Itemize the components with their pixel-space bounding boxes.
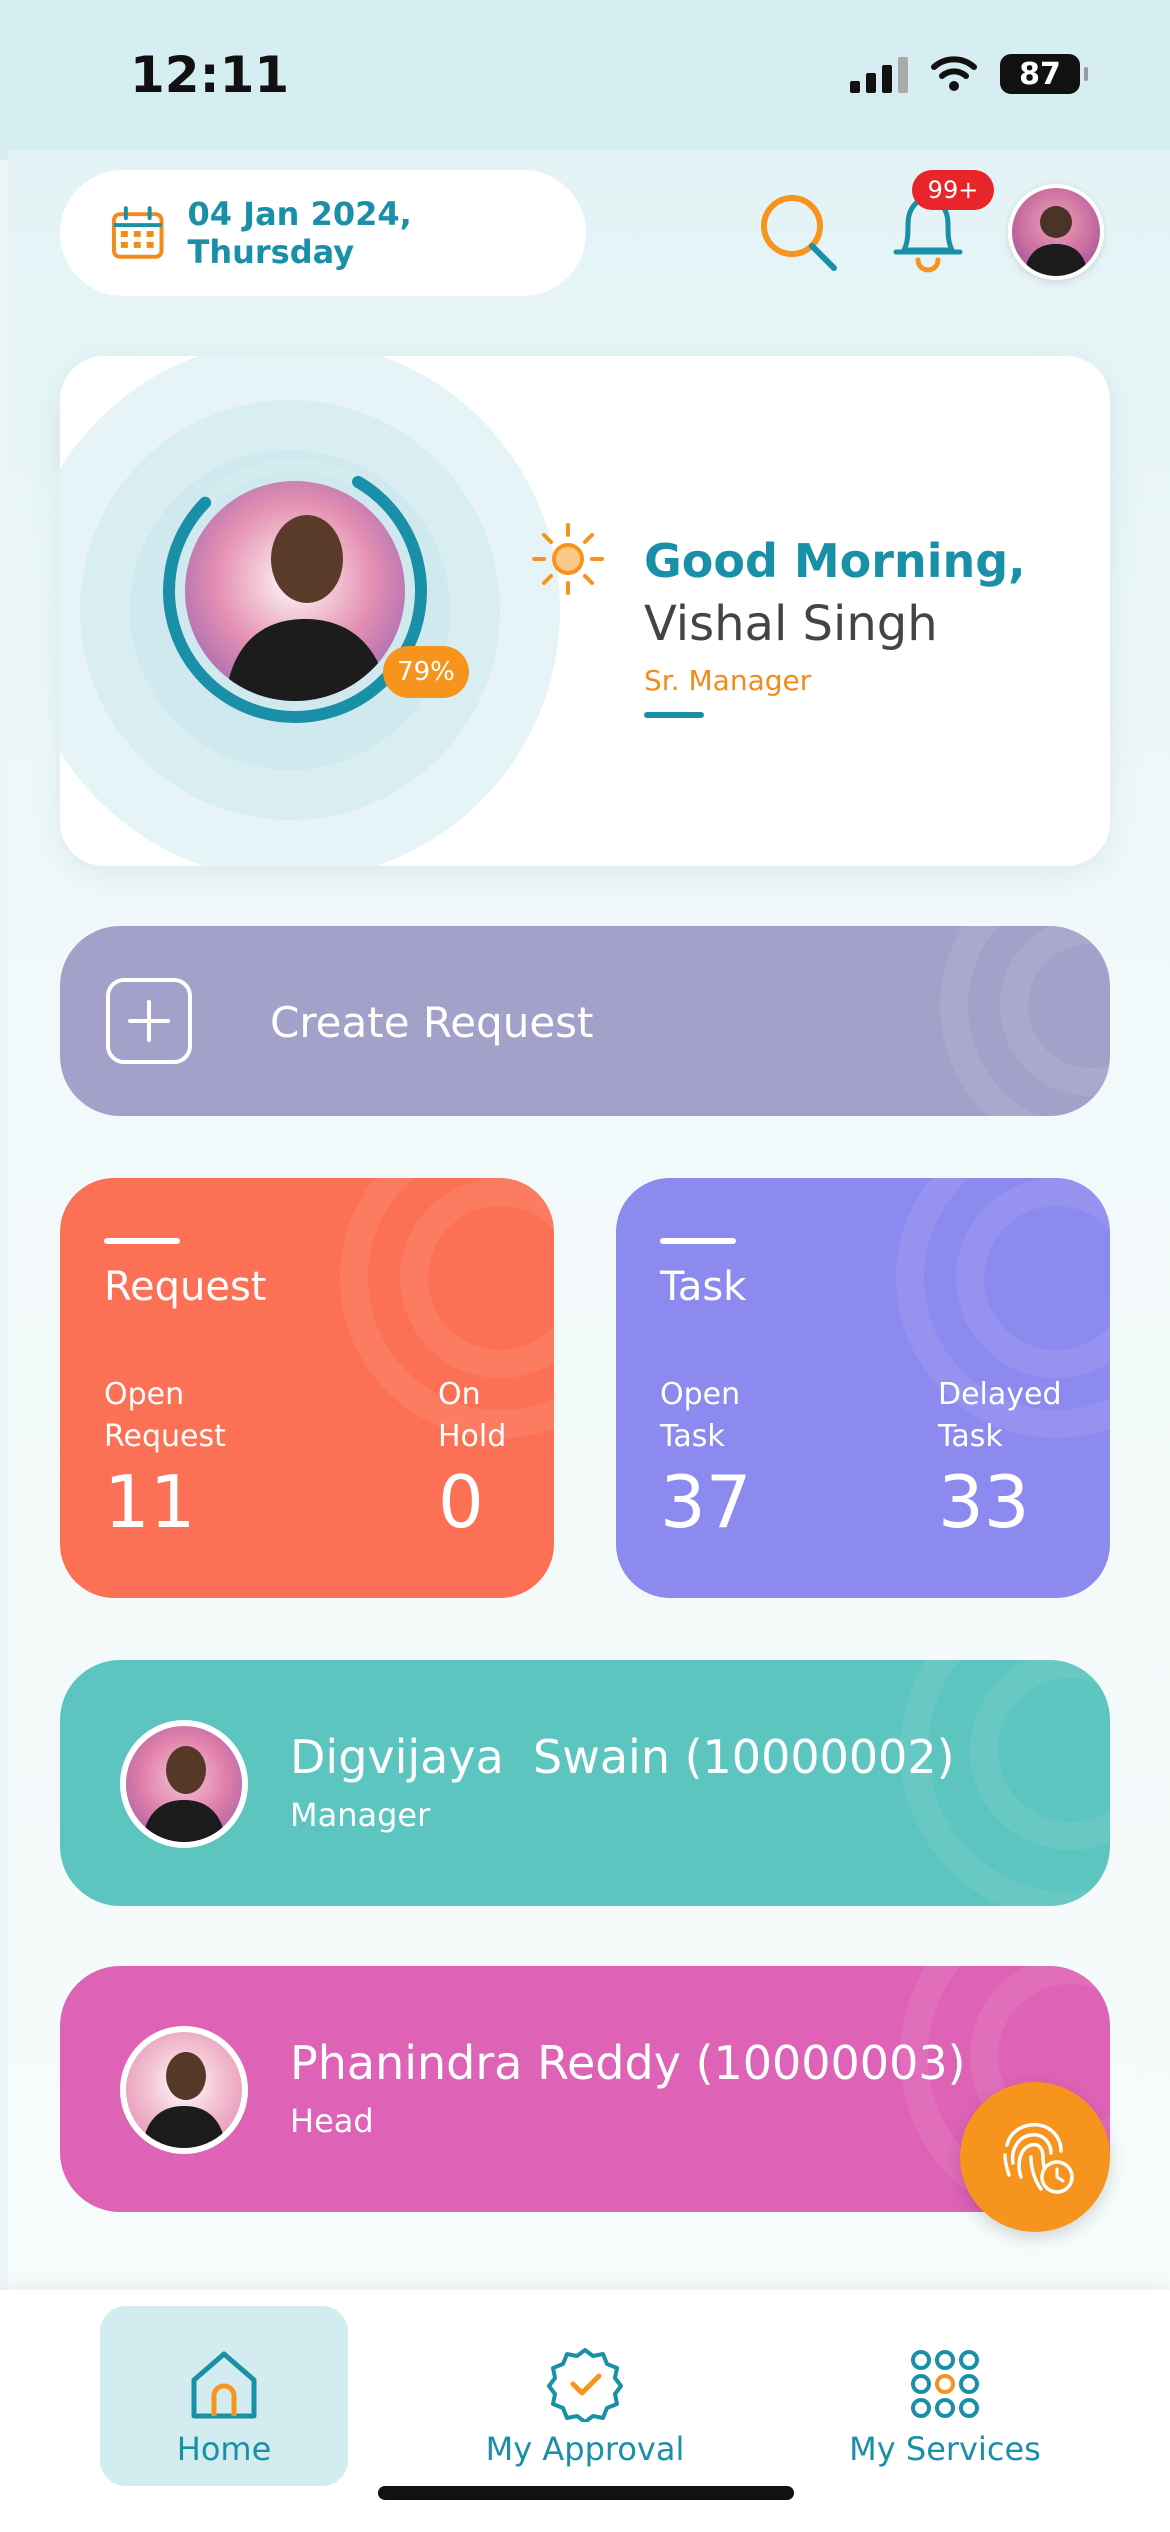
delayed-task-label: Delayed Task	[938, 1377, 1062, 1454]
wifi-icon	[931, 56, 977, 91]
head-card[interactable]: Phanindra Reddy (10000003) Head	[60, 1966, 1110, 2212]
approval-badge-icon	[547, 2348, 623, 2422]
on-hold-label: On Hold	[438, 1377, 507, 1454]
manager-role: Manager	[290, 1796, 431, 1834]
home-icon	[191, 2351, 257, 2419]
fingerprint-clock-icon	[1003, 2122, 1074, 2194]
status-time: 12:11	[130, 46, 290, 104]
role-underline	[644, 712, 704, 718]
user-name: Vishal Singh	[644, 596, 938, 652]
open-task-count[interactable]: 37	[660, 1460, 752, 1544]
on-hold-count[interactable]: 0	[438, 1460, 484, 1544]
nav-home[interactable]: Home	[100, 2306, 348, 2486]
search-icon[interactable]	[756, 190, 840, 274]
create-request-button[interactable]: Create Request	[60, 926, 1110, 1116]
calendar-icon	[111, 206, 164, 259]
cellular-signal-icon	[850, 55, 908, 93]
nav-my-approval-label: My Approval	[485, 2430, 685, 2468]
open-request-count[interactable]: 11	[104, 1460, 196, 1544]
user-role: Sr. Manager	[644, 664, 812, 697]
current-date: 04 Jan 2024, Thursday	[187, 195, 412, 271]
manager-name: Digvijaya Swain (10000002)	[290, 1730, 955, 1784]
notification-badge: 99+	[912, 170, 994, 210]
nav-my-services-label: My Services	[849, 2430, 1041, 2468]
head-role: Head	[290, 2102, 374, 2140]
date-pill[interactable]: 04 Jan 2024, Thursday	[60, 170, 586, 296]
attendance-fingerprint-button[interactable]	[960, 2082, 1110, 2232]
completion-badge: 79%	[383, 646, 469, 698]
plus-icon	[106, 978, 192, 1064]
nav-home-label: Home	[176, 2430, 272, 2468]
battery-indicator: 87	[1000, 54, 1088, 94]
open-request-label: Open Request	[104, 1377, 226, 1454]
request-stats-card[interactable]: Request Open Request 11 On Hold 0	[60, 1178, 554, 1598]
nav-my-services[interactable]: My Services	[820, 2306, 1070, 2486]
user-avatar[interactable]	[1008, 184, 1104, 280]
manager-avatar	[120, 1720, 248, 1848]
nav-my-approval[interactable]: My Approval	[460, 2306, 710, 2486]
delayed-task-count[interactable]: 33	[938, 1460, 1030, 1544]
open-task-label: Open Task	[660, 1377, 741, 1454]
sun-icon	[532, 523, 604, 595]
profile-card: 79% Good Morning, Vishal Singh Sr. Manag…	[60, 356, 1110, 866]
create-request-label: Create Request	[270, 998, 594, 1047]
grid-dots-icon	[911, 2350, 979, 2418]
greeting-text: Good Morning,	[644, 534, 1026, 588]
reporting-manager-card[interactable]: Digvijaya Swain (10000002) Manager	[60, 1660, 1110, 1906]
card-title-dash	[660, 1238, 736, 1244]
task-card-title: Task	[660, 1264, 747, 1310]
head-avatar	[120, 2026, 248, 2154]
avatar-person-silhouette	[1024, 206, 1088, 276]
head-name: Phanindra Reddy (10000003)	[290, 2036, 966, 2090]
card-title-dash	[104, 1238, 180, 1244]
status-indicators: 87	[850, 52, 1088, 96]
task-stats-card[interactable]: Task Open Task 37 Delayed Task 33	[616, 1178, 1110, 1598]
request-card-title: Request	[104, 1264, 267, 1310]
home-indicator	[378, 2486, 794, 2500]
